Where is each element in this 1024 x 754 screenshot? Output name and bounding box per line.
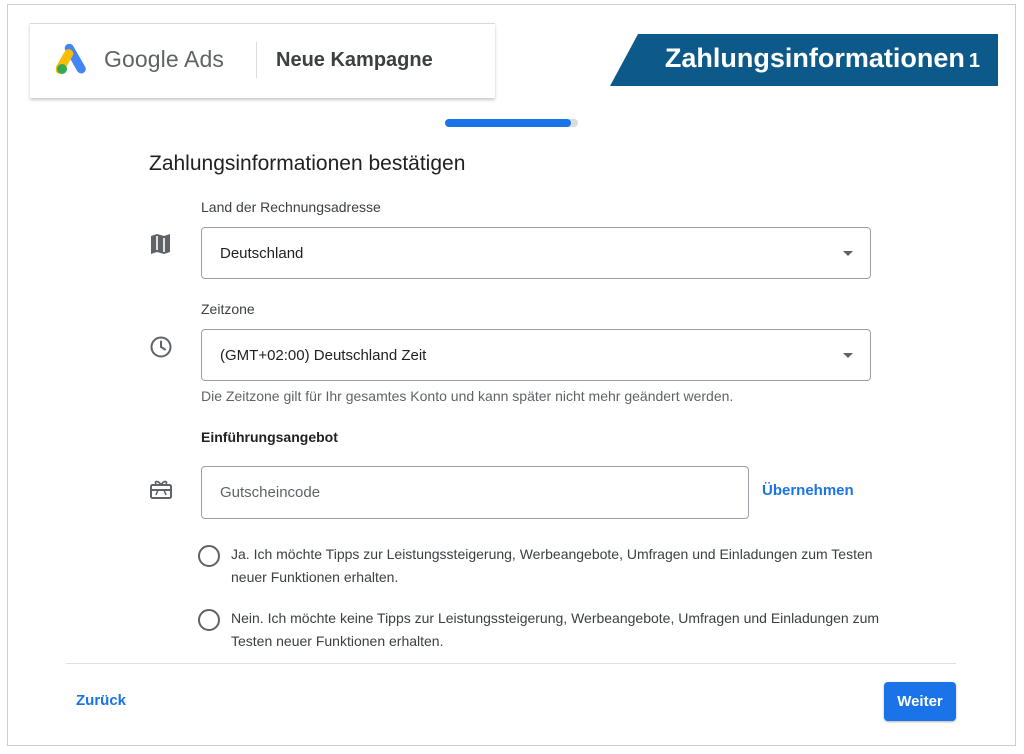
section-banner: Zahlungsinformationen 1 bbox=[610, 34, 998, 86]
banner-number: 1 bbox=[968, 50, 980, 72]
campaign-title: Neue Kampagne bbox=[276, 49, 433, 71]
next-button[interactable]: Weiter bbox=[884, 682, 956, 721]
banner-title: Zahlungsinformationen 1 bbox=[665, 43, 980, 74]
option-no-label: Nein. Ich möchte keine Tipps zur Leistun… bbox=[231, 610, 880, 649]
header-divider bbox=[256, 42, 257, 78]
banner-text: Zahlungsinformationen bbox=[664, 43, 965, 73]
coupon-code-input[interactable] bbox=[201, 466, 749, 519]
timezone-label: Zeitzone bbox=[201, 301, 255, 317]
timezone-hint: Die Zeitzone gilt für Ihr gesamtes Konto… bbox=[201, 388, 734, 404]
brand-name: Google Ads bbox=[104, 46, 224, 73]
progress-bar bbox=[445, 119, 578, 127]
google-ads-logo-icon bbox=[56, 44, 86, 74]
brand-google: Google bbox=[104, 46, 179, 72]
map-icon bbox=[151, 234, 170, 254]
header-card: Google Ads Neue Kampagne bbox=[30, 23, 495, 98]
intro-offer-label: Einführungsangebot bbox=[201, 429, 338, 445]
timezone-value: (GMT+02:00) Deutschland Zeit bbox=[220, 347, 427, 364]
brand-ads: Ads bbox=[184, 46, 224, 72]
timezone-select[interactable]: (GMT+02:00) Deutschland Zeit bbox=[201, 329, 871, 381]
chevron-down-icon bbox=[843, 251, 853, 256]
footer-divider bbox=[66, 663, 956, 664]
progress-fill bbox=[445, 119, 572, 127]
billing-country-label: Land der Rechnungsadresse bbox=[201, 199, 381, 215]
apply-coupon-button[interactable]: Übernehmen bbox=[762, 482, 854, 499]
chevron-down-icon bbox=[843, 353, 853, 358]
gift-icon bbox=[150, 480, 172, 499]
billing-country-value: Deutschland bbox=[220, 245, 304, 262]
back-button[interactable]: Zurück bbox=[76, 692, 126, 709]
radio-yes[interactable] bbox=[198, 545, 220, 567]
page-title: Zahlungsinformationen bestätigen bbox=[149, 152, 466, 175]
option-yes-label: Ja. Ich möchte Tipps zur Leistungssteige… bbox=[231, 546, 873, 585]
clock-icon bbox=[150, 336, 172, 358]
billing-country-select[interactable]: Deutschland bbox=[201, 227, 871, 279]
radio-no[interactable] bbox=[198, 609, 220, 631]
